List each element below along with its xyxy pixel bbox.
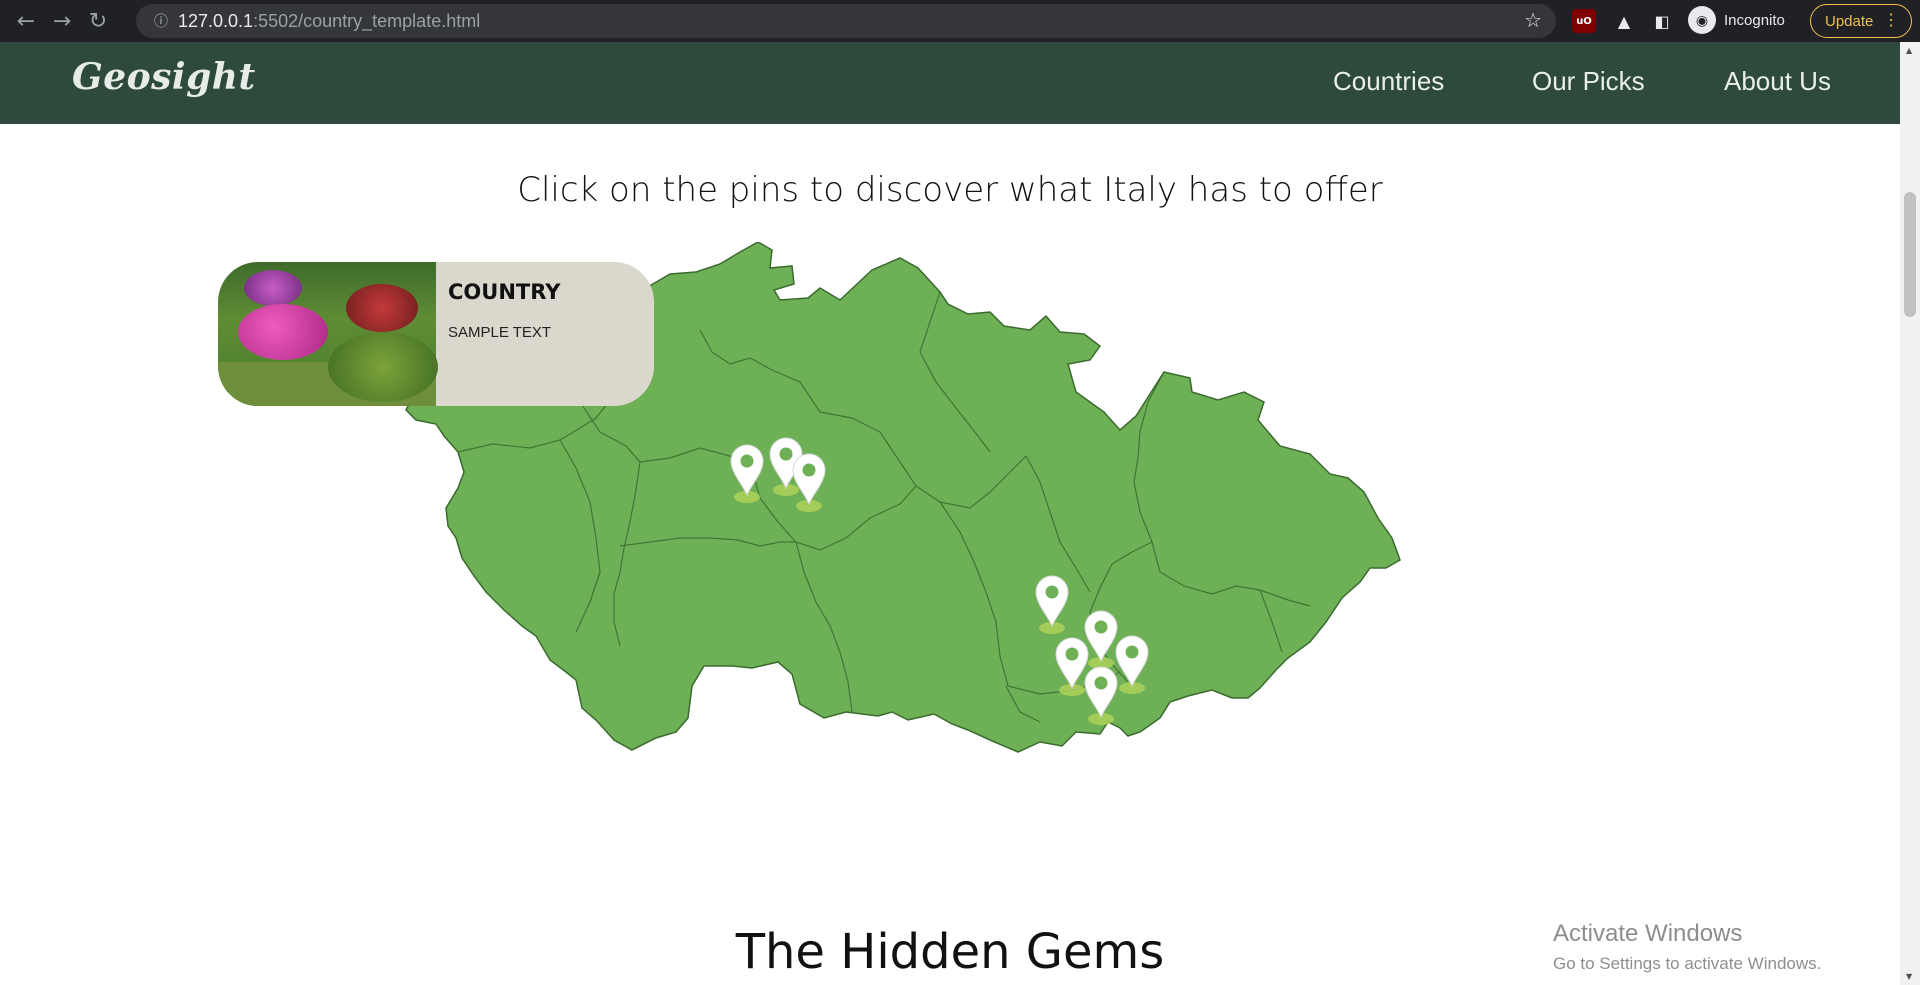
map-pin-8[interactable]	[1084, 666, 1118, 726]
update-label: Update	[1825, 12, 1874, 30]
extensions-puzzle-icon[interactable]: ▲	[1612, 9, 1636, 33]
update-button[interactable]: Update ⋮	[1810, 4, 1912, 38]
watermark-line-2: Go to Settings to activate Windows.	[1553, 954, 1822, 973]
url-host: 127.0.0.1	[178, 10, 254, 31]
incognito-icon: ◉	[1688, 6, 1716, 34]
back-arrow-icon[interactable]: ←	[8, 3, 44, 39]
site-logo[interactable]: Geosight	[72, 56, 256, 98]
scroll-up-icon[interactable]: ▲	[1906, 46, 1912, 55]
map-pin-3[interactable]	[792, 453, 826, 513]
scroll-down-icon[interactable]: ▼	[1906, 972, 1912, 981]
site-navbar: Geosight Countries Our Picks About Us	[0, 42, 1900, 124]
vertical-scrollbar[interactable]: ▲ ▼	[1900, 42, 1920, 985]
nav-link-our-picks[interactable]: Our Picks	[1532, 66, 1645, 97]
side-panel-icon[interactable]: ◧	[1650, 9, 1674, 33]
pin-info-card[interactable]: COUNTRY SAMPLE TEXT	[218, 262, 654, 406]
map-pin-5[interactable]	[1084, 610, 1118, 670]
nav-link-countries[interactable]: Countries	[1333, 66, 1444, 97]
bookmark-star-icon[interactable]: ☆	[1524, 8, 1542, 32]
incognito-label: Incognito	[1724, 11, 1785, 29]
ublock-extension-icon[interactable]: uO	[1572, 9, 1596, 33]
windows-activation-watermark: Activate Windows Go to Settings to activ…	[1553, 920, 1821, 974]
location-photo	[218, 262, 438, 406]
card-title: COUNTRY	[448, 280, 561, 304]
card-body: SAMPLE TEXT	[448, 324, 552, 341]
menu-dots-icon: ⋮	[1883, 12, 1899, 29]
map-pin-6[interactable]	[1055, 637, 1089, 697]
watermark-line-1: Activate Windows	[1553, 920, 1743, 947]
site-info-icon[interactable]: ⓘ	[144, 11, 178, 31]
scrollbar-thumb[interactable]	[1904, 192, 1916, 317]
incognito-indicator[interactable]: ◉ Incognito	[1688, 6, 1785, 34]
reload-icon[interactable]: ↻	[80, 3, 116, 39]
map-pin-4[interactable]	[1035, 575, 1069, 635]
page-viewport: Geosight Countries Our Picks About Us Cl…	[0, 42, 1900, 985]
url-path: :5502/country_template.html	[253, 10, 481, 31]
forward-arrow-icon[interactable]: →	[44, 3, 80, 39]
address-bar[interactable]: ⓘ 127.0.0.1 :5502/country_template.html …	[136, 4, 1556, 38]
nav-link-about-us[interactable]: About Us	[1724, 66, 1831, 97]
map-pin-1[interactable]	[730, 444, 764, 504]
browser-toolbar: ← → ↻ ⓘ 127.0.0.1 :5502/country_template…	[0, 0, 1920, 42]
map-pin-7[interactable]	[1115, 635, 1149, 695]
page-headline: Click on the pins to discover what Italy…	[517, 170, 1383, 210]
